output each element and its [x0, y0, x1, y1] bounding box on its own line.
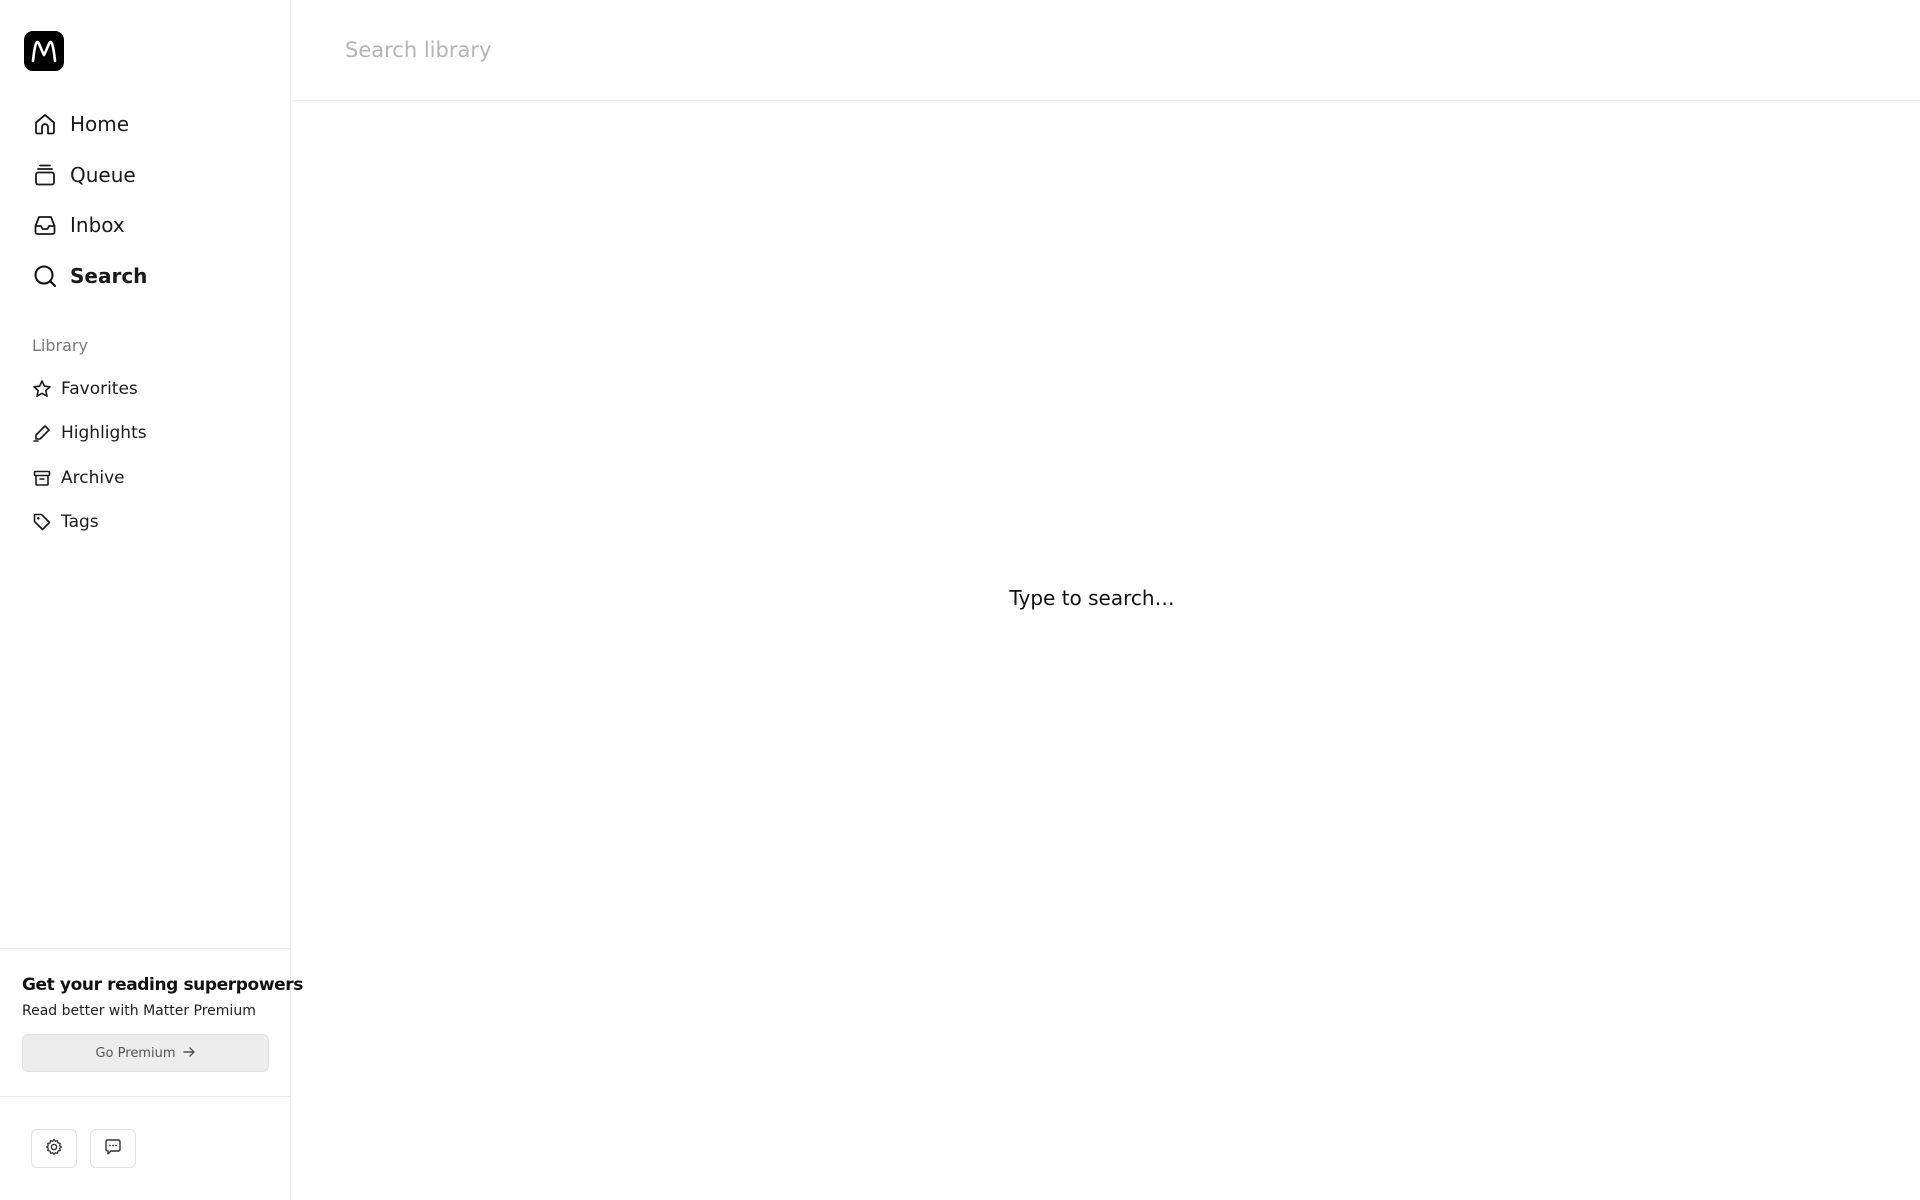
sidebar-item-archive[interactable]: Archive	[32, 463, 272, 493]
sidebar-item-label: Archive	[61, 468, 125, 488]
promo-title: Get your reading superpowers	[22, 975, 303, 995]
nav-item-label: Inbox	[70, 213, 125, 237]
nav-item-label: Search	[70, 264, 148, 288]
matter-logo-icon[interactable]	[24, 31, 64, 71]
arrow-right-icon	[182, 1044, 196, 1063]
sidebar-item-label: Tags	[61, 512, 99, 532]
search-icon	[32, 263, 58, 289]
nav-item-label: Home	[70, 112, 130, 136]
inbox-tray-icon	[32, 212, 58, 238]
home-icon	[32, 111, 58, 137]
gear-icon	[44, 1137, 64, 1161]
main-content: Type to search…	[292, 0, 1920, 1200]
sidebar-item-label: Favorites	[61, 379, 138, 399]
nav-item-inbox[interactable]: Inbox	[32, 207, 272, 243]
nav-item-queue[interactable]: Queue	[32, 157, 272, 193]
sidebar-item-highlights[interactable]: Highlights	[32, 418, 272, 448]
premium-promo: Get your reading superpowers Read better…	[0, 948, 303, 1097]
nav-item-label: Queue	[70, 163, 136, 187]
settings-button[interactable]	[31, 1129, 77, 1168]
search-input[interactable]	[345, 30, 1845, 70]
sidebar-item-tags[interactable]: Tags	[32, 507, 272, 537]
queue-stack-icon	[32, 162, 58, 188]
nav-item-home[interactable]: Home	[32, 106, 272, 142]
feedback-button[interactable]	[90, 1129, 136, 1168]
nav-item-search[interactable]: Search	[32, 258, 272, 294]
library-section-title: Library	[32, 336, 88, 355]
sidebar-item-favorites[interactable]: Favorites	[32, 374, 272, 404]
go-premium-label: Go Premium	[95, 1045, 176, 1061]
tag-icon	[32, 512, 52, 532]
go-premium-button[interactable]: Go Premium	[22, 1034, 269, 1072]
star-icon	[32, 379, 52, 399]
sidebar-item-label: Highlights	[61, 423, 147, 443]
search-bar	[292, 0, 1920, 101]
chat-bubble-icon	[103, 1137, 123, 1161]
empty-state-hint: Type to search…	[1009, 586, 1175, 610]
highlighter-icon	[32, 423, 52, 443]
sidebar: Home Queue Inbox Search Library Favorite…	[0, 0, 303, 1200]
app-window: Home Queue Inbox Search Library Favorite…	[0, 0, 1920, 1200]
promo-subtitle: Read better with Matter Premium	[22, 1003, 256, 1019]
archive-box-icon	[32, 468, 52, 488]
